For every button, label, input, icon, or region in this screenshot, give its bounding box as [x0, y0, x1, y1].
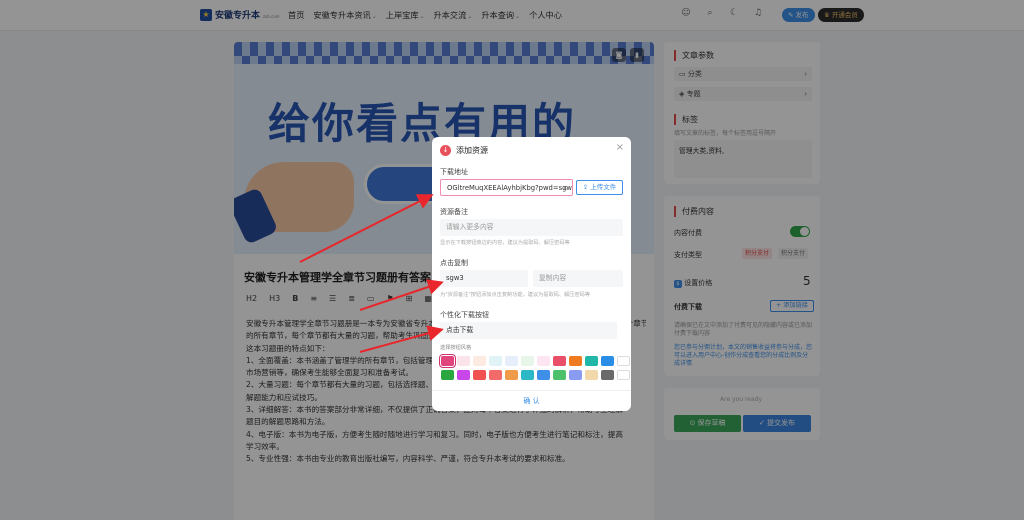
style-swatch[interactable]: [473, 370, 486, 380]
style-swatch[interactable]: [617, 370, 630, 380]
download-icon: ↓: [440, 145, 451, 156]
copy-content-input[interactable]: 复制内容: [533, 270, 623, 287]
note-input[interactable]: 请输入更多内容: [440, 219, 623, 236]
modal-title: 添加资源: [456, 146, 488, 155]
upload-file-button[interactable]: ⇪ 上传文件: [576, 180, 623, 195]
button-style-swatches: [439, 354, 630, 380]
style-swatch[interactable]: [601, 370, 614, 380]
style-swatch[interactable]: [585, 370, 598, 380]
copy-hint: 为"资源备注"按钮添加点击复制功能，建议为提取码、解压密码等: [440, 292, 591, 298]
style-swatch[interactable]: [617, 356, 630, 366]
download-url-input[interactable]: OGltreMuqXEEAlAyhbjKbg?pwd=sgw3 ×: [440, 179, 573, 196]
confirm-button[interactable]: 确 认: [432, 390, 631, 411]
style-swatch[interactable]: [553, 356, 566, 366]
add-resource-modal: ↓ 添加资源 × 下载地址 OGltreMuqXEEAlAyhbjKbg?pwd…: [432, 137, 631, 411]
style-swatch[interactable]: [601, 356, 614, 366]
note-hint: 显示在下载按钮旁边的内容，建议为提取码、解压密码等: [440, 240, 570, 246]
custom-button-input[interactable]: 点击下载: [440, 322, 617, 339]
style-swatch[interactable]: [457, 370, 470, 380]
style-swatch[interactable]: [537, 356, 550, 366]
style-label: 选择按钮风格: [440, 345, 472, 351]
style-swatch[interactable]: [489, 356, 502, 366]
clear-icon[interactable]: ×: [562, 180, 568, 195]
style-swatch[interactable]: [521, 356, 534, 366]
style-swatch[interactable]: [489, 370, 502, 380]
style-swatch[interactable]: [569, 370, 582, 380]
style-swatch[interactable]: [585, 356, 598, 366]
style-swatch[interactable]: [439, 354, 456, 368]
note-label: 资源备注: [440, 208, 468, 216]
style-swatch[interactable]: [505, 370, 518, 380]
custom-button-label: 个性化下载按钮: [440, 311, 489, 319]
copy-value-input[interactable]: sgw3: [440, 270, 528, 287]
style-swatch[interactable]: [521, 370, 534, 380]
style-swatch[interactable]: [553, 370, 566, 380]
style-swatch[interactable]: [569, 356, 582, 366]
style-swatch[interactable]: [473, 356, 486, 366]
style-swatch[interactable]: [505, 356, 518, 366]
download-url-label: 下载地址: [440, 168, 468, 176]
close-icon[interactable]: ×: [616, 142, 624, 153]
style-swatch[interactable]: [441, 370, 454, 380]
style-swatch[interactable]: [457, 356, 470, 366]
copy-label: 点击复制: [440, 259, 468, 267]
style-swatch[interactable]: [537, 370, 550, 380]
